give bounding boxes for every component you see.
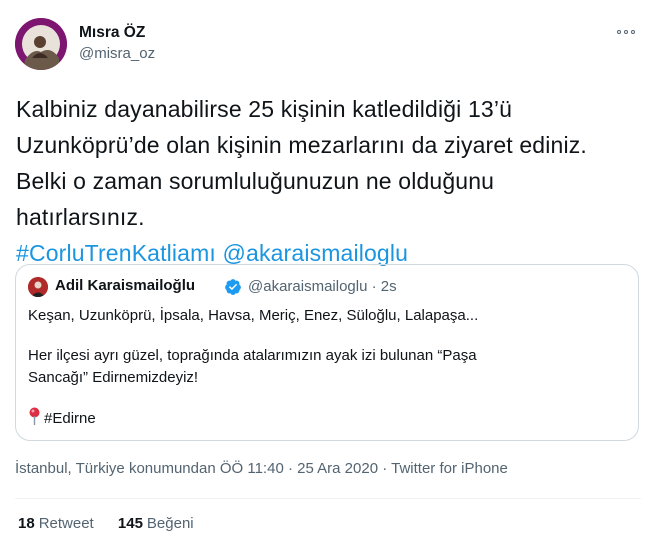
quoted-text-line: Keşan, Uzunköprü, İpsala, Havsa, Meriç, … [28, 307, 479, 324]
more-icon [617, 30, 621, 34]
divider [15, 498, 641, 499]
tweet-source[interactable]: Twitter for iPhone [391, 460, 508, 477]
meta-separator: · [382, 460, 388, 477]
quoted-text: Keşan, Uzunköprü, İpsala, Havsa, Meriç, … [28, 305, 628, 430]
quoted-text-line: Her ilçesi ayrı güzel, toprağında atalar… [28, 347, 477, 364]
author-avatar[interactable] [15, 18, 67, 70]
hashtag-link[interactable]: #CorluTrenKatliamı [16, 240, 216, 266]
round-pushpin-icon [29, 407, 40, 425]
tweet-date[interactable]: 25 Ara 2020 [297, 460, 378, 477]
mention-link[interactable]: @akaraismailoglu [223, 240, 409, 266]
tweet-time[interactable]: ÖÖ 11:40 [220, 460, 284, 477]
tweet-card: Mısra ÖZ @misra_oz Kalbiniz dayanabilirs… [0, 0, 656, 554]
tweet-text-line: hatırlarsınız. [16, 204, 145, 230]
tweet-stats: 18 Retweet 145 Beğeni [18, 515, 214, 532]
likes-stat[interactable]: 145 Beğeni [118, 515, 194, 532]
quoted-author-name: Adil Karaismailoğlu [55, 277, 196, 294]
tweet-text-line: Uzunköprü’de olan kişinin mezarlarını da… [16, 132, 587, 158]
likes-label: Beğeni [146, 515, 194, 532]
quoted-author-avatar [28, 277, 48, 297]
author-name[interactable]: Mısra ÖZ [79, 24, 145, 42]
retweets-stat[interactable]: 18 Retweet [18, 515, 94, 532]
likes-count: 145 [117, 515, 143, 532]
tweet-meta: İstanbul, Türkiye konumundan ÖÖ 11:40 · … [15, 460, 508, 477]
quoted-meta: @akaraismailoglu · 2s [248, 278, 397, 295]
author-handle[interactable]: @misra_oz [79, 45, 155, 62]
meta-separator: · [287, 460, 293, 477]
retweets-label: Retweet [38, 515, 94, 532]
tweet-text-line: Belki o zaman sorumluluğunuzun ne olduğu… [16, 168, 495, 194]
tweet-text-line: Kalbiniz dayanabilirse 25 kişinin katled… [16, 96, 513, 122]
quoted-hashtag-line: #Edirne [28, 407, 628, 430]
quoted-tweet[interactable]: Adil Karaismailoğlu @akaraismailoglu · 2… [15, 264, 639, 441]
retweets-count: 18 [18, 515, 35, 532]
meta-separator: · [371, 278, 377, 295]
quoted-text-line: Sancağı” Edirnemizdeyiz! [28, 369, 199, 386]
verified-badge-icon [225, 279, 241, 295]
quoted-hashtag: #Edirne [44, 410, 96, 427]
more-options-button[interactable] [612, 22, 640, 42]
quoted-author-handle: @akaraismailoglu [248, 278, 368, 295]
tweet-text: Kalbiniz dayanabilirse 25 kişinin katled… [16, 91, 646, 271]
location-text: İstanbul, Türkiye konumundan [15, 460, 216, 477]
quoted-time: 2s [380, 278, 397, 295]
